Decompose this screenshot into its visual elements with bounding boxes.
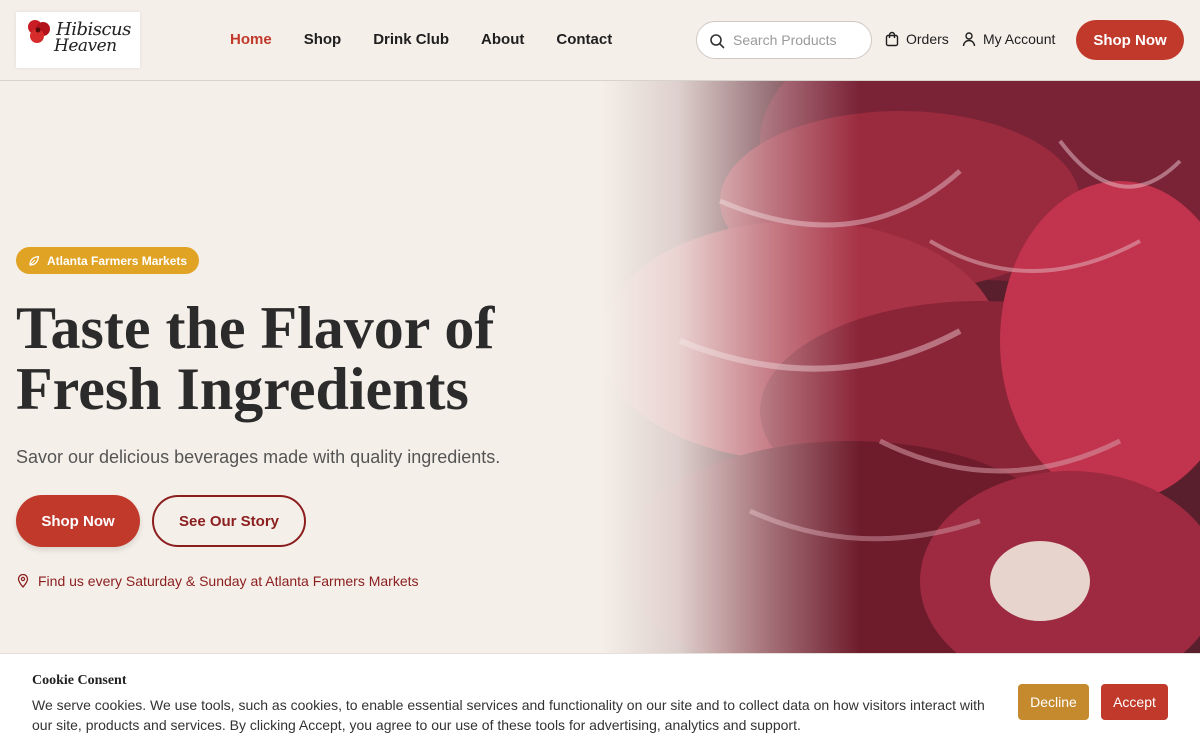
nav-shop[interactable]: Shop	[304, 31, 342, 48]
my-account-link[interactable]: My Account	[961, 31, 1055, 47]
orders-link[interactable]: Orders	[884, 31, 949, 47]
nav-contact[interactable]: Contact	[556, 31, 612, 48]
header-shop-now-button[interactable]: Shop Now	[1076, 20, 1184, 60]
location-badge: Atlanta Farmers Markets	[16, 247, 200, 274]
hero-title: Taste the Flavor of Fresh Ingredients	[16, 298, 576, 420]
map-pin-icon	[17, 574, 29, 588]
search-box[interactable]	[696, 21, 872, 59]
search-icon	[710, 34, 725, 49]
cookie-accept-button[interactable]: Accept	[1101, 684, 1168, 720]
logo[interactable]: Hibiscus Heaven	[16, 12, 140, 68]
main-nav: Home Shop Drink Club About Contact	[230, 31, 612, 48]
badge-label: Atlanta Farmers Markets	[47, 253, 188, 268]
see-our-story-button[interactable]: See Our Story	[152, 495, 306, 547]
location-text: Find us every Saturday & Sunday at Atlan…	[38, 573, 419, 589]
search-input[interactable]	[733, 30, 863, 50]
cookie-title: Cookie Consent	[32, 673, 127, 688]
leaf-icon	[29, 255, 40, 266]
hero-shop-now-button[interactable]: Shop Now	[16, 495, 140, 547]
logo-text-bottom: Heaven	[54, 36, 117, 56]
my-account-label: My Account	[983, 31, 1056, 47]
orders-label: Orders	[906, 31, 949, 47]
site-header: Hibiscus Heaven Home Shop Drink Club Abo…	[0, 0, 1200, 81]
cookie-text: We serve cookies. We use tools, such as …	[32, 697, 985, 733]
shopping-bag-icon	[885, 31, 899, 47]
hero-title-line-1: Taste the Flavor of	[16, 295, 495, 361]
user-icon	[962, 32, 976, 47]
market-location: Find us every Saturday & Sunday at Atlan…	[16, 573, 419, 589]
cookie-decline-button[interactable]: Decline	[1018, 684, 1089, 720]
hero-title-line-2: Fresh Ingredients	[16, 356, 469, 422]
nav-about[interactable]: About	[481, 31, 524, 48]
hero-image-fade	[600, 81, 860, 653]
hero-subtitle: Savor our delicious beverages made with …	[16, 447, 501, 467]
nav-home[interactable]: Home	[230, 31, 272, 48]
nav-drink-club[interactable]: Drink Club	[373, 31, 449, 48]
hibiscus-logo-icon	[28, 20, 50, 43]
